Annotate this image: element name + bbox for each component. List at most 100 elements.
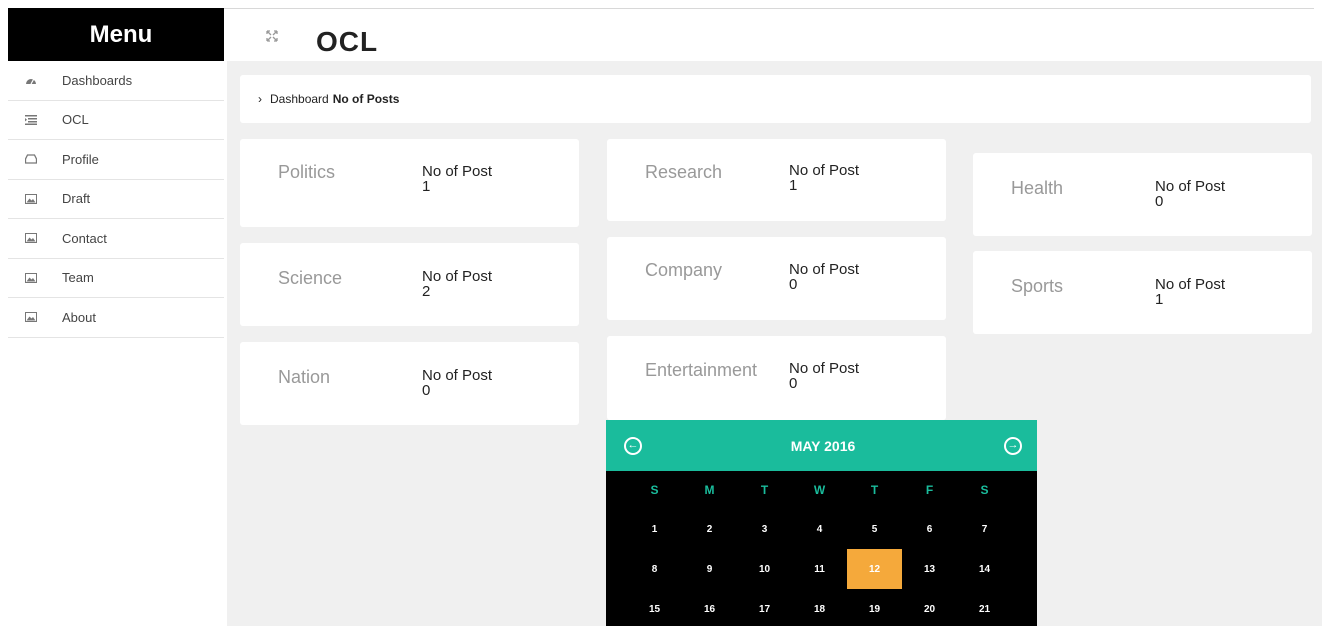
sidebar-item-label: Dashboards <box>62 72 133 88</box>
calendar-weekday: S <box>650 483 659 497</box>
card-stat: No of Post 1 <box>789 163 859 193</box>
calendar-day[interactable]: 18 <box>792 589 847 626</box>
card-stat: No of Post 1 <box>1155 277 1225 307</box>
sidebar-item-profile[interactable]: Profile <box>8 140 224 180</box>
card-stat-label: No of Post <box>422 163 493 180</box>
calendar-month-title: MAY 2016 <box>790 437 856 454</box>
stat-card-research[interactable]: Research No of Post 1 <box>607 139 946 221</box>
card-stat-count: 1 <box>1155 291 1164 308</box>
card-category: Health <box>1011 178 1064 198</box>
card-stat-count: 2 <box>422 283 431 300</box>
breadcrumb-home-link[interactable]: Dashboard <box>270 92 329 106</box>
calendar-day[interactable]: 5 <box>847 509 902 549</box>
inbox-icon <box>24 152 38 166</box>
sidebar-item-draft[interactable]: Draft <box>8 180 224 219</box>
card-stat: No of Post 2 <box>422 269 492 299</box>
sidebar-item-label: OCL <box>62 112 89 128</box>
sidebar-item-label: Draft <box>62 191 91 207</box>
sidebar: Menu Dashboards OCL Profile Draft Contac… <box>8 8 224 626</box>
calendar-day[interactable]: 3 <box>737 509 792 549</box>
fullscreen-icon[interactable] <box>266 29 278 42</box>
calendar-day[interactable]: 21 <box>957 589 1012 626</box>
card-stat: No of Post 0 <box>422 368 492 398</box>
calendar-widget: ← MAY 2016 → S M T W T F S 1 2 3 4 5 6 7… <box>606 420 1037 626</box>
sidebar-item-dashboards[interactable]: Dashboards <box>8 61 224 101</box>
card-category: Research <box>645 162 723 182</box>
image-icon <box>24 192 38 206</box>
sidebar-item-team[interactable]: Team <box>8 259 224 298</box>
calendar-day[interactable]: 2 <box>682 509 737 549</box>
card-stat-count: 1 <box>422 178 431 195</box>
sidebar-item-contact[interactable]: Contact <box>8 219 224 259</box>
sidebar-item-label: Team <box>62 270 94 286</box>
calendar-day[interactable]: 13 <box>902 549 957 589</box>
stat-card-nation[interactable]: Nation No of Post 0 <box>240 342 579 425</box>
sidebar-menu: Dashboards OCL Profile Draft Contact Tea… <box>8 61 224 338</box>
card-stat-count: 0 <box>1155 193 1164 210</box>
image-icon <box>24 271 38 285</box>
calendar-grid: S M T W T F S 1 2 3 4 5 6 7 8 9 10 11 12… <box>606 471 1037 626</box>
card-stat: No of Post 0 <box>789 262 859 292</box>
calendar-day[interactable]: 7 <box>957 509 1012 549</box>
sidebar-item-label: Contact <box>62 230 107 246</box>
card-stat-count: 0 <box>789 375 798 392</box>
card-stat: No of Post 0 <box>789 361 859 391</box>
calendar-day-today[interactable]: 12 <box>847 549 902 589</box>
calendar-day[interactable]: 6 <box>902 509 957 549</box>
calendar-weekday: W <box>813 483 826 497</box>
calendar-day[interactable]: 20 <box>902 589 957 626</box>
card-stat-label: No of Post <box>422 367 493 384</box>
calendar-day[interactable]: 19 <box>847 589 902 626</box>
card-category: Nation <box>278 367 331 387</box>
calendar-weekday: T <box>870 483 879 497</box>
calendar-day[interactable]: 1 <box>627 509 682 549</box>
calendar-weekday: S <box>980 483 989 497</box>
arrow-right-circle-icon[interactable]: → <box>1003 436 1022 455</box>
sidebar-item-ocl[interactable]: OCL <box>8 101 224 140</box>
calendar-day[interactable]: 14 <box>957 549 1012 589</box>
sidebar-item-label: Profile <box>62 151 99 167</box>
top-bar: OCL <box>224 8 1314 61</box>
card-category: Company <box>645 260 723 280</box>
calendar-header: ← MAY 2016 → <box>606 420 1037 471</box>
card-stat-count: 0 <box>422 382 431 399</box>
calendar-day[interactable]: 10 <box>737 549 792 589</box>
stat-card-politics[interactable]: Politics No of Post 1 <box>240 139 579 227</box>
chevron-right-icon: › <box>258 92 262 106</box>
calendar-day[interactable]: 4 <box>792 509 847 549</box>
card-stat-label: No of Post <box>1155 178 1226 195</box>
calendar-weekday: M <box>704 483 715 497</box>
calendar-day[interactable]: 15 <box>627 589 682 626</box>
card-stat-count: 1 <box>789 177 798 194</box>
stat-card-sports[interactable]: Sports No of Post 1 <box>973 251 1312 334</box>
card-category: Politics <box>278 162 336 182</box>
calendar-day[interactable]: 16 <box>682 589 737 626</box>
calendar-day[interactable]: 11 <box>792 549 847 589</box>
stat-card-entertainment[interactable]: Entertainment No of Post 0 <box>607 336 946 420</box>
card-category: Science <box>278 268 343 288</box>
card-stat-label: No of Post <box>1155 276 1226 293</box>
card-category: Entertainment <box>645 360 758 380</box>
image-icon <box>24 310 38 324</box>
calendar-day[interactable]: 8 <box>627 549 682 589</box>
sidebar-item-label: About <box>62 309 96 325</box>
calendar-day[interactable]: 17 <box>737 589 792 626</box>
calendar-weekday: F <box>925 483 934 497</box>
stat-card-company[interactable]: Company No of Post 0 <box>607 237 946 320</box>
list-icon <box>24 113 38 127</box>
card-stat: No of Post 0 <box>1155 179 1225 209</box>
card-stat-count: 0 <box>789 276 798 293</box>
calendar-weekday: T <box>760 483 769 497</box>
stat-card-science[interactable]: Science No of Post 2 <box>240 243 579 326</box>
image-icon <box>24 231 38 245</box>
card-stat: No of Post 1 <box>422 164 492 194</box>
stat-card-health[interactable]: Health No of Post 0 <box>973 153 1312 236</box>
calendar-day[interactable]: 9 <box>682 549 737 589</box>
card-stat-label: No of Post <box>789 261 860 278</box>
arrow-left-circle-icon[interactable]: ← <box>624 436 642 455</box>
page-title: OCL <box>316 26 379 57</box>
breadcrumb: › Dashboard No of Posts <box>240 75 1311 123</box>
breadcrumb-current: No of Posts <box>332 92 400 106</box>
sidebar-item-about[interactable]: About <box>8 298 224 338</box>
card-stat-label: No of Post <box>422 268 493 285</box>
